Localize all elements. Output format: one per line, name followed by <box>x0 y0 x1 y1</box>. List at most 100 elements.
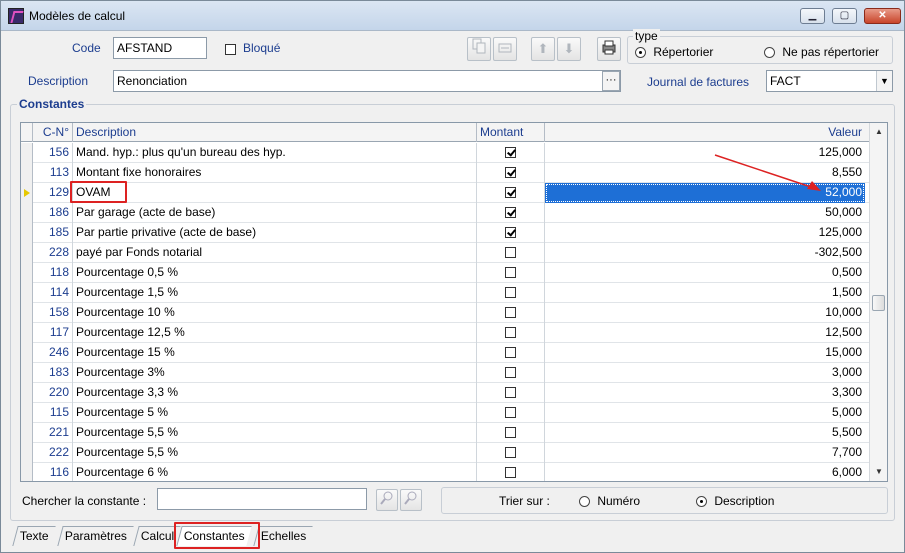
row-indicator[interactable] <box>21 443 33 463</box>
header-num[interactable]: C-N° <box>33 123 73 142</box>
montant-checkbox[interactable] <box>505 447 516 459</box>
row-montant[interactable] <box>477 303 545 323</box>
row-description[interactable]: Pourcentage 3% <box>73 363 477 383</box>
row-indicator[interactable] <box>21 323 33 343</box>
move-down-button[interactable]: ⬇ <box>557 37 581 61</box>
montant-checkbox[interactable] <box>505 407 516 419</box>
row-description[interactable]: OVAM <box>73 183 477 203</box>
row-description[interactable]: Pourcentage 15 % <box>73 343 477 363</box>
table-row[interactable]: 116 Pourcentage 6 % 6,000 <box>21 463 869 481</box>
montant-checkbox[interactable] <box>505 267 516 279</box>
chevron-down-icon[interactable]: ▼ <box>876 71 892 91</box>
title-bar[interactable]: Modèles de calcul ▁ ▢ ✕ <box>1 1 904 31</box>
row-montant[interactable] <box>477 143 545 163</box>
montant-checkbox[interactable] <box>505 367 516 379</box>
montant-checkbox[interactable] <box>505 207 516 219</box>
sort-radio-description-dot[interactable] <box>696 496 707 508</box>
table-row[interactable]: 228 payé par Fonds notarial -302,500 <box>21 243 869 263</box>
row-indicator[interactable] <box>21 463 33 481</box>
montant-checkbox[interactable] <box>505 347 516 359</box>
copy-button[interactable] <box>467 37 491 61</box>
table-row[interactable]: 118 Pourcentage 0,5 % 0,500 <box>21 263 869 283</box>
sort-radio-numero-dot[interactable] <box>579 496 590 508</box>
scroll-down-icon[interactable]: ▼ <box>871 464 887 480</box>
row-description[interactable]: Pourcentage 5,5 % <box>73 423 477 443</box>
maximize-button[interactable]: ▢ <box>832 8 857 24</box>
row-indicator[interactable] <box>21 183 33 203</box>
row-valeur[interactable]: 0,500 <box>545 263 865 283</box>
table-row[interactable]: 115 Pourcentage 5 % 5,000 <box>21 403 869 423</box>
row-valeur[interactable]: -302,500 <box>545 243 865 263</box>
row-montant[interactable] <box>477 343 545 363</box>
row-montant[interactable] <box>477 223 545 243</box>
row-description[interactable]: Pourcentage 10 % <box>73 303 477 323</box>
radio-ne-pas-repertorier[interactable]: Ne pas répertorier <box>764 45 879 59</box>
row-montant[interactable] <box>477 163 545 183</box>
search-prev-button[interactable] <box>376 489 398 511</box>
row-montant[interactable] <box>477 423 545 443</box>
montant-checkbox[interactable] <box>505 167 516 179</box>
tab-texte[interactable]: Texte <box>12 526 56 546</box>
tab-echelles[interactable]: Echelles <box>253 526 314 546</box>
row-valeur[interactable]: 5,000 <box>545 403 865 423</box>
montant-checkbox[interactable] <box>505 307 516 319</box>
row-indicator[interactable] <box>21 223 33 243</box>
row-indicator[interactable] <box>21 303 33 323</box>
montant-checkbox[interactable] <box>505 247 516 259</box>
bloque-checkbox[interactable] <box>225 42 236 56</box>
row-indicator[interactable] <box>21 283 33 303</box>
table-row[interactable]: 183 Pourcentage 3% 3,000 <box>21 363 869 383</box>
row-valeur[interactable]: 3,000 <box>545 363 865 383</box>
row-description[interactable]: Par garage (acte de base) <box>73 203 477 223</box>
row-montant[interactable] <box>477 383 545 403</box>
row-description[interactable]: Par partie privative (acte de base) <box>73 223 477 243</box>
table-row[interactable]: 222 Pourcentage 5,5 % 7,700 <box>21 443 869 463</box>
row-valeur[interactable]: 7,700 <box>545 443 865 463</box>
row-description[interactable]: Pourcentage 5 % <box>73 403 477 423</box>
row-montant[interactable] <box>477 443 545 463</box>
row-description[interactable]: Pourcentage 12,5 % <box>73 323 477 343</box>
header-valeur[interactable]: Valeur <box>545 123 869 142</box>
row-montant[interactable] <box>477 243 545 263</box>
bloque-checkbox-box[interactable] <box>225 44 236 56</box>
tab-calcul[interactable]: Calcul <box>133 526 182 546</box>
table-row[interactable]: 221 Pourcentage 5,5 % 5,500 <box>21 423 869 443</box>
grid-scrollbar[interactable]: ▲ ▼ <box>869 123 887 481</box>
search-input[interactable] <box>157 488 367 510</box>
row-montant[interactable] <box>477 363 545 383</box>
montant-checkbox[interactable] <box>505 327 516 339</box>
row-montant[interactable] <box>477 283 545 303</box>
row-description[interactable]: Pourcentage 3,3 % <box>73 383 477 403</box>
row-valeur[interactable]: 10,000 <box>545 303 865 323</box>
row-valeur[interactable]: 5,500 <box>545 423 865 443</box>
row-valeur[interactable]: 50,000 <box>545 203 865 223</box>
row-montant[interactable] <box>477 183 545 203</box>
row-montant[interactable] <box>477 203 545 223</box>
row-description[interactable]: Montant fixe honoraires <box>73 163 477 183</box>
scroll-thumb[interactable] <box>872 295 885 311</box>
minimize-button[interactable]: ▁ <box>800 8 825 24</box>
table-row[interactable]: 114 Pourcentage 1,5 % 1,500 <box>21 283 869 303</box>
sort-radio-description[interactable]: Description <box>696 494 774 508</box>
montant-checkbox[interactable] <box>505 147 516 159</box>
row-valeur[interactable]: 125,000 <box>545 223 865 243</box>
table-row[interactable]: 158 Pourcentage 10 % 10,000 <box>21 303 869 323</box>
row-indicator[interactable] <box>21 403 33 423</box>
row-montant[interactable] <box>477 463 545 481</box>
montant-checkbox[interactable] <box>505 227 516 239</box>
sort-radio-numero[interactable]: Numéro <box>579 494 640 508</box>
row-description[interactable]: Pourcentage 0,5 % <box>73 263 477 283</box>
header-montant[interactable]: Montant <box>477 123 545 142</box>
close-button[interactable]: ✕ <box>864 8 901 24</box>
code-field[interactable]: AFSTAND <box>113 37 207 59</box>
row-valeur[interactable]: 6,000 <box>545 463 865 481</box>
table-row[interactable]: 117 Pourcentage 12,5 % 12,500 <box>21 323 869 343</box>
row-indicator[interactable] <box>21 243 33 263</box>
row-montant[interactable] <box>477 403 545 423</box>
montant-checkbox[interactable] <box>505 187 516 199</box>
row-indicator[interactable] <box>21 383 33 403</box>
row-description[interactable]: payé par Fonds notarial <box>73 243 477 263</box>
montant-checkbox[interactable] <box>505 387 516 399</box>
table-row[interactable]: 186 Par garage (acte de base) 50,000 <box>21 203 869 223</box>
row-montant[interactable] <box>477 263 545 283</box>
